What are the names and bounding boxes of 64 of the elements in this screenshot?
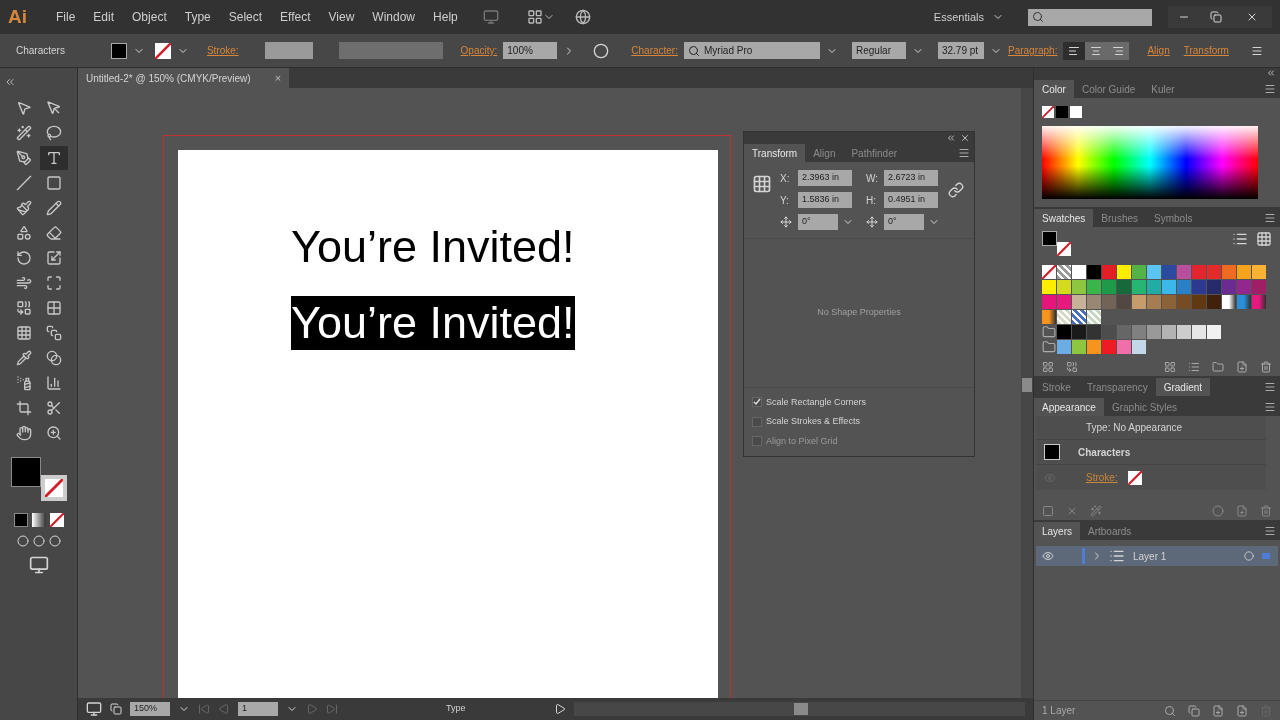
- menu-item[interactable]: Edit: [84, 8, 124, 26]
- appearance-item[interactable]: Characters: [1078, 444, 1131, 460]
- angle-field[interactable]: 0°: [798, 214, 838, 230]
- field-label: X:: [780, 171, 791, 186]
- panel-tab[interactable]: Color: [1034, 80, 1074, 98]
- empty-message: No Shape Properties: [817, 306, 901, 319]
- value-field[interactable]: 1.5836 in: [798, 192, 852, 208]
- value-field[interactable]: 0.4951 in: [884, 192, 938, 208]
- menu-item[interactable]: Help: [424, 8, 467, 26]
- font-style-field[interactable]: Regular: [851, 42, 906, 59]
- appearance-type: Type: No Appearance: [1086, 421, 1183, 435]
- tab-close-button[interactable]: ×: [274, 69, 282, 87]
- panel-tab[interactable]: Color Guide: [1073, 80, 1144, 98]
- transform-link[interactable]: Transform: [1183, 43, 1229, 58]
- field-label: H:: [866, 193, 877, 208]
- font-size-field[interactable]: 32.79 pt: [937, 42, 984, 59]
- panel-tab[interactable]: Pathfinder: [843, 144, 906, 162]
- panel-tab[interactable]: Brushes: [1093, 209, 1147, 227]
- workspace-switcher[interactable]: Essentials: [933, 8, 1004, 26]
- field-label: W:: [866, 171, 880, 186]
- layer-name[interactable]: Layer 1: [1133, 548, 1244, 564]
- font-field[interactable]: Myriad Pro: [683, 42, 820, 59]
- app-logo: Ai: [8, 4, 27, 29]
- field-label: Y:: [780, 193, 790, 208]
- zoom-field[interactable]: 150%: [130, 702, 170, 716]
- panel-tab[interactable]: Graphic Styles: [1103, 398, 1185, 416]
- panel-tab[interactable]: Gradient: [1155, 378, 1211, 396]
- align-link[interactable]: Align: [1147, 43, 1170, 58]
- character-link[interactable]: Character:: [631, 43, 678, 58]
- layer-count: 1 Layer: [1042, 704, 1076, 718]
- artboard-field[interactable]: 1: [238, 702, 278, 716]
- panel-tab[interactable]: Align: [805, 144, 844, 162]
- menu-item[interactable]: View: [319, 8, 364, 26]
- panel-tab[interactable]: Kuler: [1143, 80, 1183, 98]
- menu-item[interactable]: Window: [363, 8, 425, 26]
- angle-field[interactable]: 0°: [884, 214, 924, 230]
- document-tab[interactable]: Untitled-2* @ 150% (CMYK/Preview) ×: [78, 68, 290, 88]
- panel-tab[interactable]: Swatches: [1034, 209, 1094, 227]
- panel-tab[interactable]: Layers: [1034, 522, 1080, 540]
- menu-item[interactable]: Select: [219, 8, 272, 26]
- paragraph-link[interactable]: Paragraph:: [1007, 43, 1058, 58]
- menu-item[interactable]: Object: [123, 8, 176, 26]
- menu-item[interactable]: Type: [175, 8, 220, 26]
- headline-text: You’re Invited!: [291, 220, 575, 274]
- layer-row[interactable]: Layer 1: [1036, 546, 1278, 566]
- selection-label: Characters: [16, 44, 65, 58]
- menu-item[interactable]: File: [47, 8, 85, 26]
- document-title: Untitled-2* @ 150% (CMYK/Preview): [86, 71, 251, 86]
- opacity-field[interactable]: 100%: [503, 42, 558, 59]
- option-checkbox[interactable]: Scale Strokes & Effects: [752, 415, 966, 429]
- panel-tab[interactable]: Symbols: [1146, 209, 1201, 227]
- panel-tab[interactable]: Transform: [744, 144, 806, 162]
- stroke-link[interactable]: Stroke:: [206, 43, 239, 58]
- current-tool-label: Type: [446, 702, 467, 716]
- value-field[interactable]: 2.3963 in: [798, 170, 852, 186]
- option-checkbox[interactable]: Scale Rectangle Corners: [752, 395, 966, 409]
- panel-tab[interactable]: Transparency: [1078, 378, 1156, 396]
- opacity-link[interactable]: Opacity:: [460, 43, 498, 58]
- panel-tab[interactable]: Appearance: [1034, 398, 1104, 416]
- panel-tab[interactable]: Stroke: [1034, 378, 1079, 396]
- headline-text: You’re Invited!: [291, 296, 575, 350]
- menu-item[interactable]: Effect: [271, 8, 320, 26]
- value-field[interactable]: 2.6723 in: [884, 170, 938, 186]
- panel-tab[interactable]: Artboards: [1080, 522, 1140, 540]
